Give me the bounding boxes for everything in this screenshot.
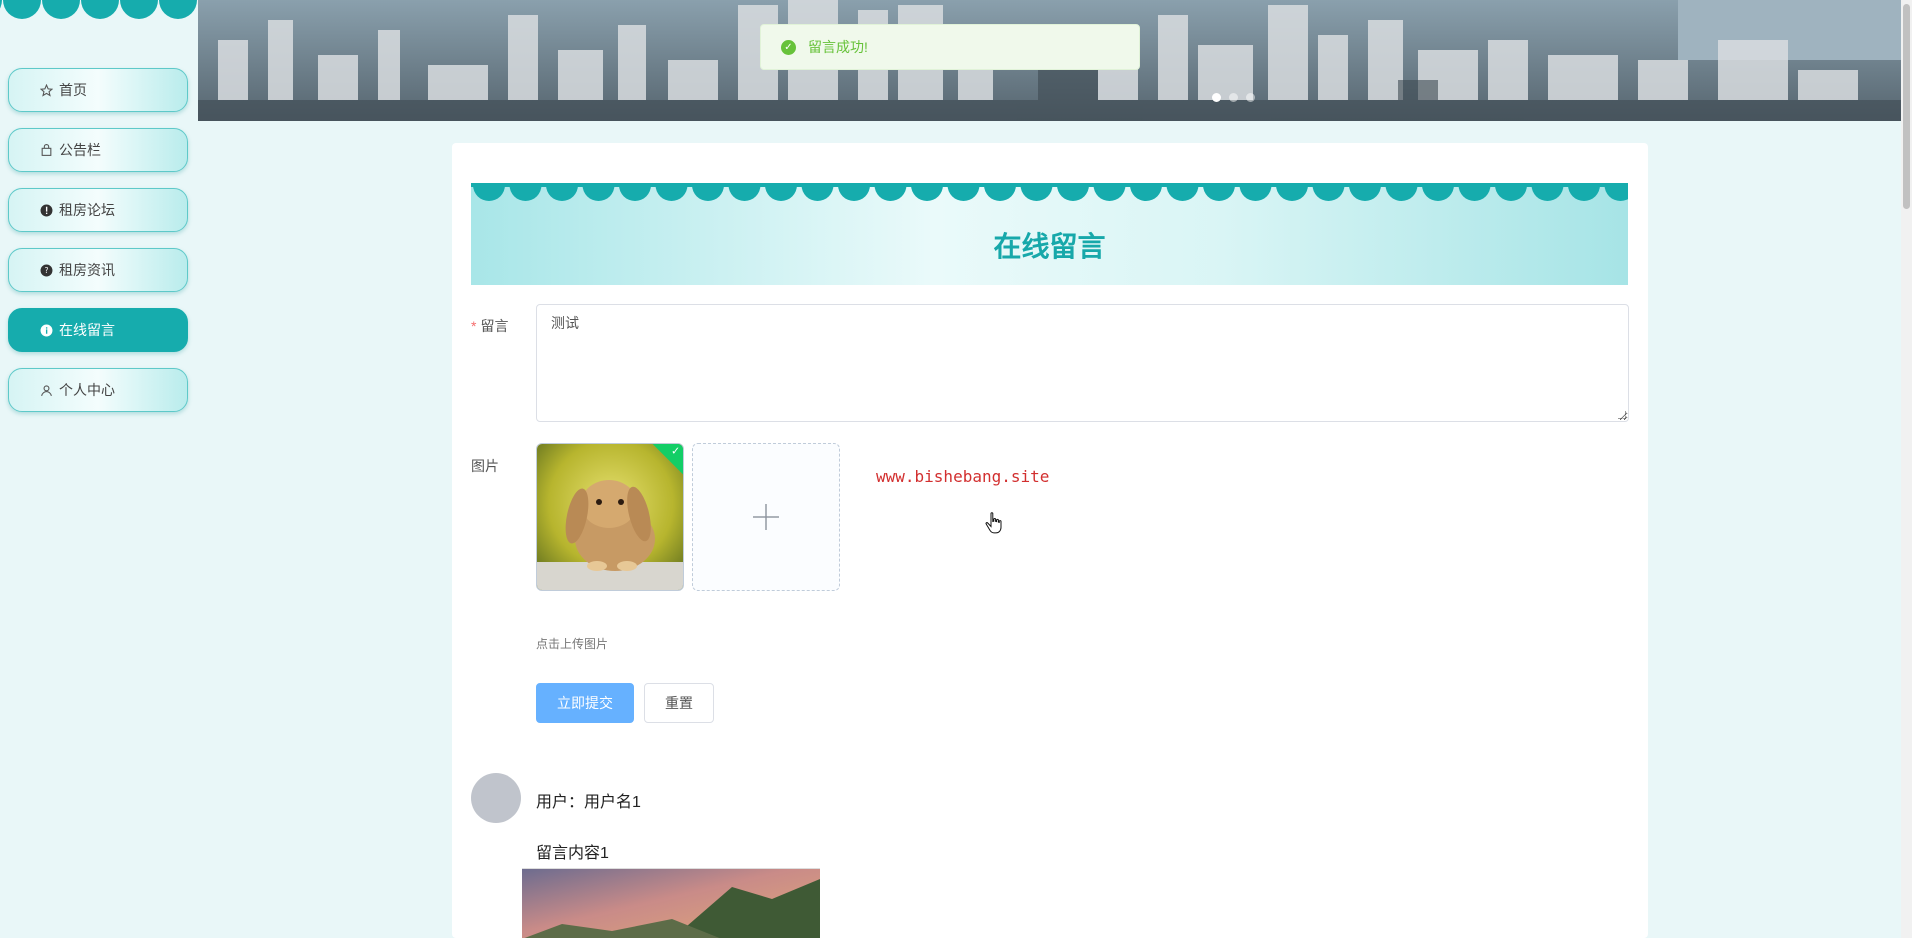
success-toast: ✓ 留言成功! — [760, 24, 1140, 70]
title-scallop-decoration — [471, 183, 1628, 201]
sidebar-item-label: 公告栏 — [59, 142, 101, 158]
user-icon — [39, 383, 53, 397]
image-upload-button[interactable] — [692, 443, 840, 591]
message-card: 在线留言 * 留言 测试 图片 ✓ www.bishebang.site 点击上… — [452, 143, 1648, 938]
avatar — [471, 773, 521, 823]
sidebar: 首页 公告栏 租房论坛 ? 租房资讯 在线留言 个人中心 — [0, 0, 198, 938]
plus-icon — [753, 504, 779, 530]
sidebar-scallop-decoration — [0, 0, 198, 22]
bag-icon — [39, 143, 53, 157]
sidebar-item-label: 租房论坛 — [59, 202, 115, 218]
carousel-dot[interactable] — [1246, 93, 1255, 102]
scrollbar-thumb[interactable] — [1903, 4, 1910, 209]
message-content: 留言内容1 — [536, 845, 609, 862]
page-scrollbar[interactable] — [1901, 0, 1912, 938]
uploaded-image-thumbnail[interactable]: ✓ — [536, 443, 684, 591]
question-icon: ? — [39, 263, 53, 277]
check-icon: ✓ — [671, 445, 681, 458]
carousel-indicators — [1212, 93, 1255, 102]
required-asterisk: * — [471, 318, 477, 334]
carousel-dot[interactable] — [1229, 93, 1238, 102]
message-text: 测试 — [551, 315, 579, 331]
message-username: 用户：用户名1 — [536, 794, 641, 811]
sidebar-item-label: 在线留言 — [59, 322, 115, 338]
reset-button[interactable]: 重置 — [644, 683, 714, 723]
watermark-text: www.bishebang.site — [876, 467, 1050, 486]
success-check-icon: ✓ — [781, 39, 796, 55]
sidebar-item-notice[interactable]: 公告栏 — [8, 128, 188, 172]
sidebar-item-home[interactable]: 首页 — [8, 68, 188, 112]
info-icon — [39, 323, 53, 337]
message-image[interactable] — [522, 868, 820, 938]
exclamation-icon — [39, 203, 53, 217]
sidebar-item-news[interactable]: ? 租房资讯 — [8, 248, 188, 292]
rabbit-image — [537, 444, 683, 590]
upload-hint: 点击上传图片 — [536, 637, 609, 651]
title-banner: 在线留言 — [471, 183, 1628, 285]
submit-button[interactable]: 立即提交 — [536, 683, 634, 723]
landscape-image — [522, 869, 820, 938]
page-title: 在线留言 — [993, 231, 1106, 262]
sidebar-item-label: 个人中心 — [59, 382, 115, 398]
hand-cursor-icon — [985, 512, 1003, 539]
resize-handle[interactable] — [1618, 411, 1626, 419]
message-label: * 留言 — [471, 318, 509, 334]
sidebar-item-label: 首页 — [59, 82, 87, 98]
sidebar-item-forum[interactable]: 租房论坛 — [8, 188, 188, 232]
image-label: 图片 — [471, 458, 499, 474]
toast-message: 留言成功! — [808, 39, 868, 55]
sidebar-item-message[interactable]: 在线留言 — [8, 308, 188, 352]
sidebar-item-profile[interactable]: 个人中心 — [8, 368, 188, 412]
carousel-dot[interactable] — [1212, 93, 1221, 102]
star-icon — [39, 83, 53, 97]
sidebar-item-label: 租房资讯 — [59, 262, 115, 278]
message-textarea[interactable]: 测试 — [536, 304, 1629, 422]
svg-text:?: ? — [44, 266, 48, 275]
